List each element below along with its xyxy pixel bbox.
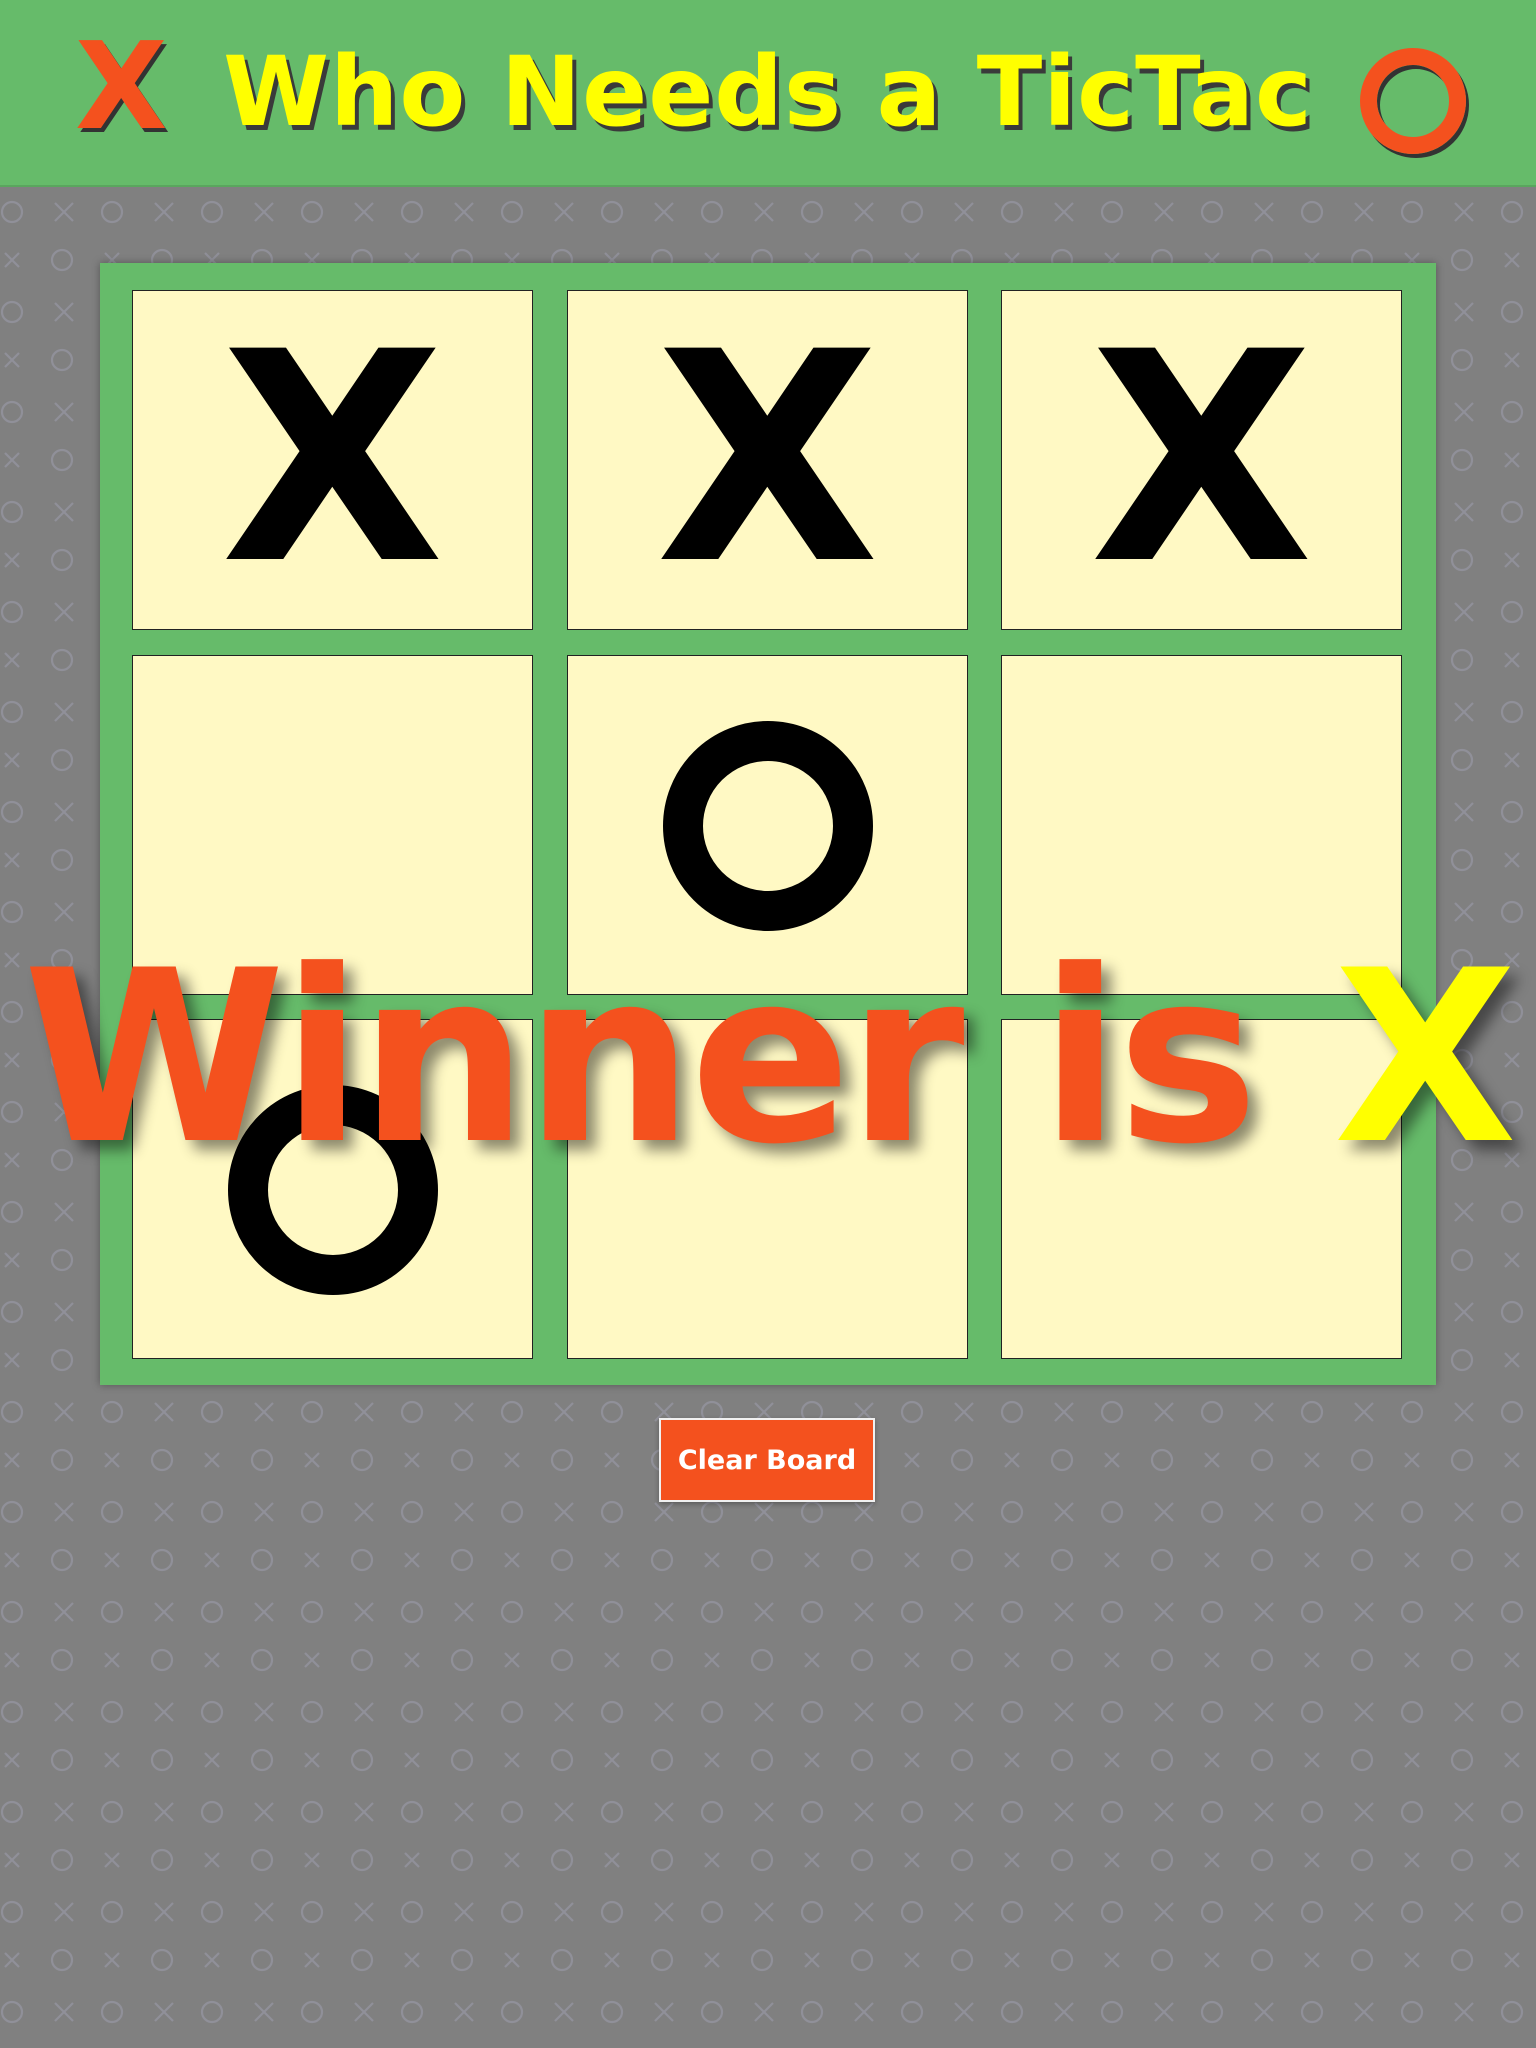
o-mark (663, 721, 873, 931)
x-mark: X (220, 291, 445, 628)
board-cell-3[interactable]: X (1001, 290, 1402, 630)
clear-board-button[interactable]: Clear Board (659, 1418, 875, 1502)
winner-banner: Winner is X (0, 940, 1536, 1178)
board-cell-2[interactable]: X (567, 290, 968, 630)
app-header: X Who Needs a TicTac (0, 0, 1536, 187)
x-mark: X (1089, 291, 1314, 628)
winner-label: Winner is (22, 920, 1259, 1197)
x-mark: X (655, 291, 880, 628)
board-cell-1[interactable]: X (132, 290, 533, 630)
game-board: X X X (100, 263, 1436, 1385)
winner-symbol: X (1333, 920, 1517, 1197)
page-title: Who Needs a TicTac (223, 36, 1313, 148)
player-o-icon (1360, 48, 1466, 154)
